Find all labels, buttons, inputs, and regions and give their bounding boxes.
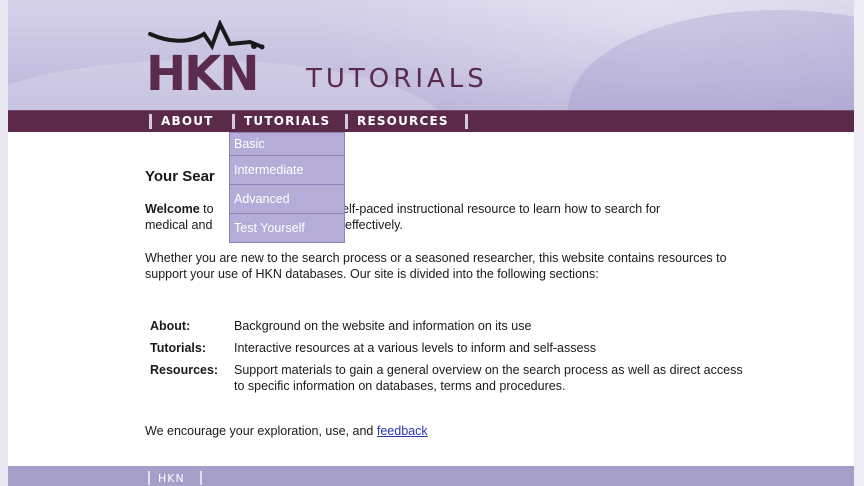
nav-item-about[interactable]: ABOUT — [161, 111, 214, 132]
welcome-text: medical and — [145, 218, 213, 232]
header-banner: HKN TUTORIALS — [8, 0, 854, 110]
site-title: TUTORIALS — [306, 64, 488, 94]
intro-paragraph: Whether you are new to the search proces… — [145, 251, 727, 281]
welcome-text: effectively. — [345, 218, 403, 232]
footer-separator — [200, 471, 202, 485]
definition-term: Resources: — [150, 363, 219, 377]
nav-separator — [465, 114, 468, 129]
nav-separator — [345, 114, 348, 129]
dropdown-item-test-yourself[interactable]: Test Yourself — [230, 214, 344, 242]
dropdown-item-intermediate[interactable]: Intermediate — [230, 156, 344, 185]
page-gutter-right — [854, 0, 864, 486]
nav-item-tutorials[interactable]: TUTORIALS — [244, 111, 330, 132]
footer-item-hkn[interactable]: HKN — [158, 472, 185, 485]
nav-separator — [149, 114, 152, 129]
definition-desc: Interactive resources at a various level… — [234, 341, 596, 355]
closing-text: We encourage your exploration, use, and — [145, 424, 377, 438]
welcome-text: to — [199, 202, 214, 216]
section-definitions: About: Background on the website and inf… — [150, 318, 750, 400]
nav-item-resources[interactable]: RESOURCES — [357, 111, 449, 132]
nav-separator — [232, 114, 235, 129]
feedback-link[interactable]: feedback — [377, 424, 428, 438]
main-nav: ABOUT TUTORIALS RESOURCES — [8, 110, 854, 132]
definition-row: About: Background on the website and inf… — [150, 318, 750, 334]
page-gutter-left — [0, 0, 8, 486]
definition-term: Tutorials: — [150, 341, 207, 355]
hkn-logo[interactable]: HKN — [138, 20, 298, 100]
definition-row: Resources: Support materials to gain a g… — [150, 362, 750, 394]
welcome-bold: Welcome — [145, 202, 200, 216]
closing-paragraph: We encourage your exploration, use, and … — [145, 424, 428, 438]
tutorials-dropdown: Basic Intermediate Advanced Test Yoursel… — [229, 132, 345, 243]
footer-bar: HKN — [8, 466, 854, 486]
footer-separator — [148, 471, 150, 485]
page-title: Your Sear — [145, 168, 215, 185]
logo-text: HKN — [146, 46, 258, 100]
definition-desc: Support materials to gain a general over… — [234, 363, 743, 393]
definition-term: About: — [150, 319, 191, 333]
welcome-text: elf-paced instructional resource to lear… — [342, 202, 661, 216]
dropdown-item-advanced[interactable]: Advanced — [230, 185, 344, 214]
definition-row: Tutorials: Interactive resources at a va… — [150, 340, 750, 356]
definition-desc: Background on the website and informatio… — [234, 319, 532, 333]
dropdown-item-basic[interactable]: Basic — [230, 133, 344, 156]
